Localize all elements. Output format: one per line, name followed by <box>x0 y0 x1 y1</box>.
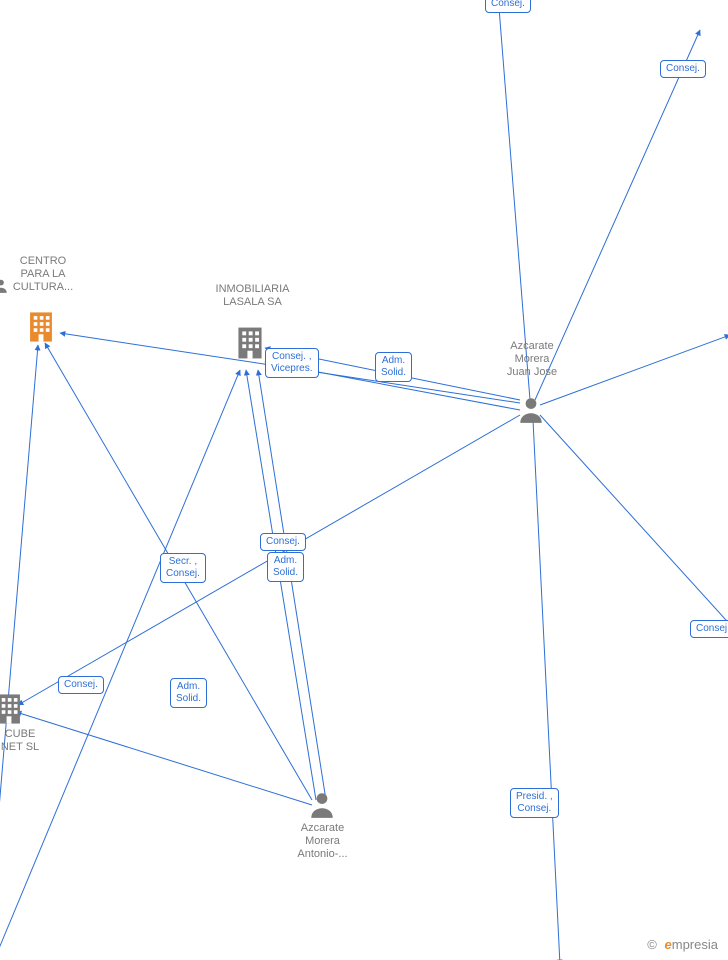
edge-label: Consej. <box>485 0 531 13</box>
building-icon[interactable] <box>0 692 24 726</box>
edge-label: Adm. Solid. <box>267 552 304 582</box>
person-icon <box>0 278 8 294</box>
building-icon[interactable] <box>26 310 56 344</box>
edge-label: Consej. <box>660 60 706 78</box>
person-icon[interactable] <box>517 395 545 425</box>
node-label-cube: CUBE NET SL <box>0 728 50 754</box>
building-icon[interactable] <box>234 325 266 361</box>
diagram-canvas: CENTRO PARA LA CULTURA... INMOBILIARIA L… <box>0 0 728 960</box>
edge-label: Presid. , Consej. <box>510 788 559 818</box>
brand-e: e <box>665 937 672 952</box>
copyright-symbol: © <box>647 937 657 952</box>
edge-label: Consej. <box>58 676 104 694</box>
edge-label: Adm. Solid. <box>170 678 207 708</box>
edge-label: Adm. Solid. <box>375 352 412 382</box>
edge-label: Secr. , Consej. <box>160 553 206 583</box>
brand-rest: mpresia <box>672 937 718 952</box>
edge-label: Consej. <box>690 620 728 638</box>
node-label-centro: CENTRO PARA LA CULTURA... <box>8 255 78 295</box>
edge-label: Consej. <box>260 533 306 551</box>
node-label-azcarate-am: Azcarate Morera Antonio-... <box>290 822 355 862</box>
person-icon[interactable] <box>308 790 336 820</box>
watermark: © empresia <box>647 937 718 952</box>
edge-label: Consej. , Vicepres. <box>265 348 319 378</box>
node-label-inmobiliaria: INMOBILIARIA LASALA SA <box>210 283 295 309</box>
node-label-azcarate-jj: Azcarate Morera Juan Jose <box>497 340 567 380</box>
edges-layer <box>0 0 728 960</box>
